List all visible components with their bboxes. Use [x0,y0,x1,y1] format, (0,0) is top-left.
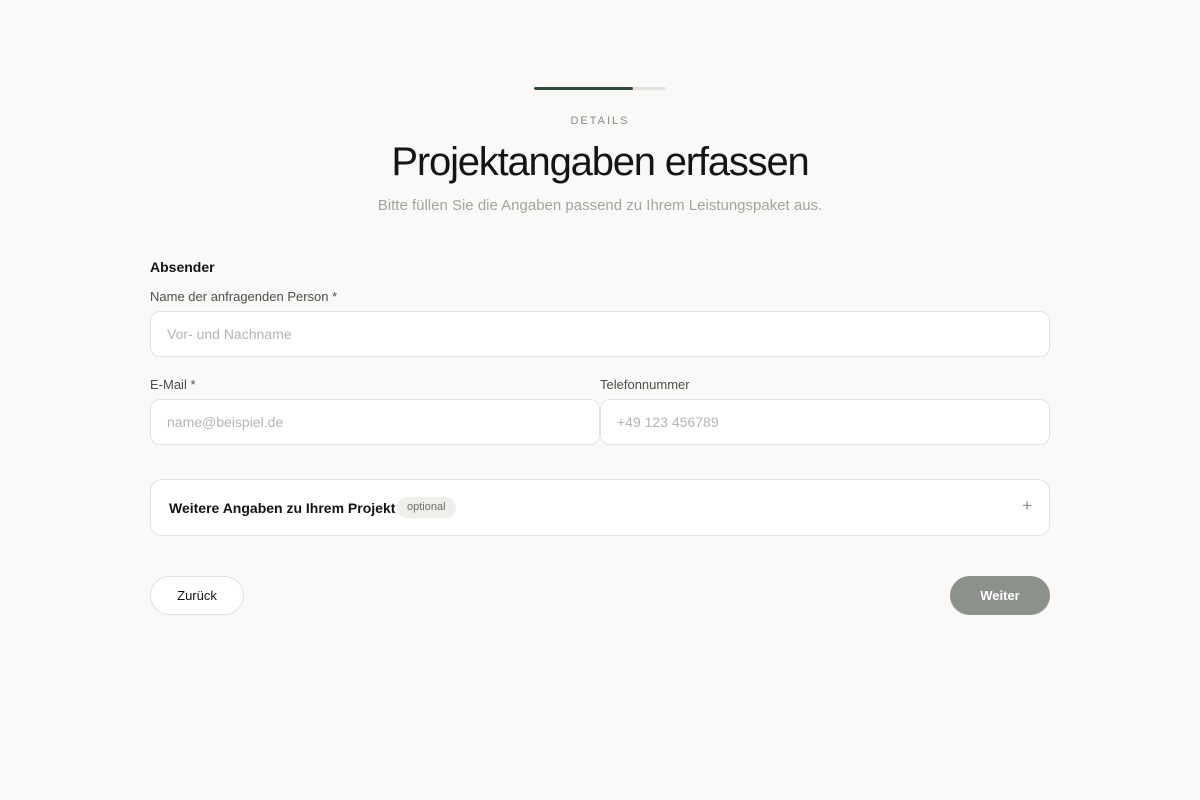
phone-label: Telefonnummer [600,377,690,392]
optional-badge: optional [397,497,456,518]
plus-icon[interactable]: + [1022,496,1032,516]
next-button[interactable]: Weiter [950,576,1050,615]
progress-bar [534,87,666,90]
accordion-title: Weitere Angaben zu Ihrem Projekt [169,500,396,516]
page-subtitle: Bitte füllen Sie die Angaben passend zu … [377,197,823,214]
page-title: Projektangaben erfassen [391,140,809,184]
email-label: E-Mail * [150,377,196,392]
step-label: DETAILS [570,115,630,127]
phone-input[interactable] [600,399,1050,445]
more-details-accordion[interactable]: Weitere Angaben zu Ihrem Projekt optiona… [150,479,1050,536]
progress-bar-fill [534,87,633,90]
project-details-page: DETAILS Projektangaben erfassen Bitte fü… [0,0,1200,800]
section-title-sender: Absender [150,259,215,275]
back-button[interactable]: Zurück [150,576,244,615]
name-label: Name der anfragenden Person * [150,289,338,304]
email-input[interactable] [150,399,600,445]
name-input[interactable] [150,311,1050,357]
